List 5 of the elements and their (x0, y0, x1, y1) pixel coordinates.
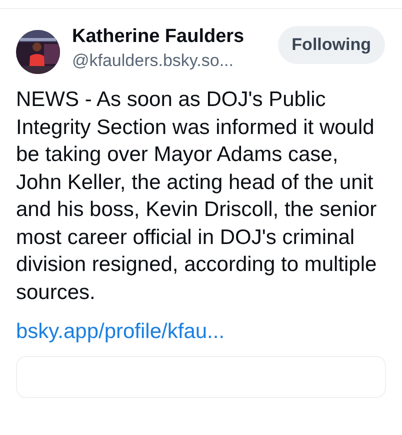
author-name[interactable]: Katherine Faulders (72, 26, 266, 48)
author-handle[interactable]: @kfaulders.bsky.so... (72, 51, 266, 71)
post-text: NEWS - As soon as DOJ's Public Integrity Section was informed it would be taking over Mayor Adams case, John Keller, the acting head of the unit and his boss, Kevin Driscoll, the senior most career official in DOJ's criminal division resigned, according to multiple sources. (16, 87, 378, 306)
following-button[interactable]: Following (278, 26, 385, 64)
profile-link[interactable]: bsky.app/profile/kfau... (16, 320, 225, 344)
